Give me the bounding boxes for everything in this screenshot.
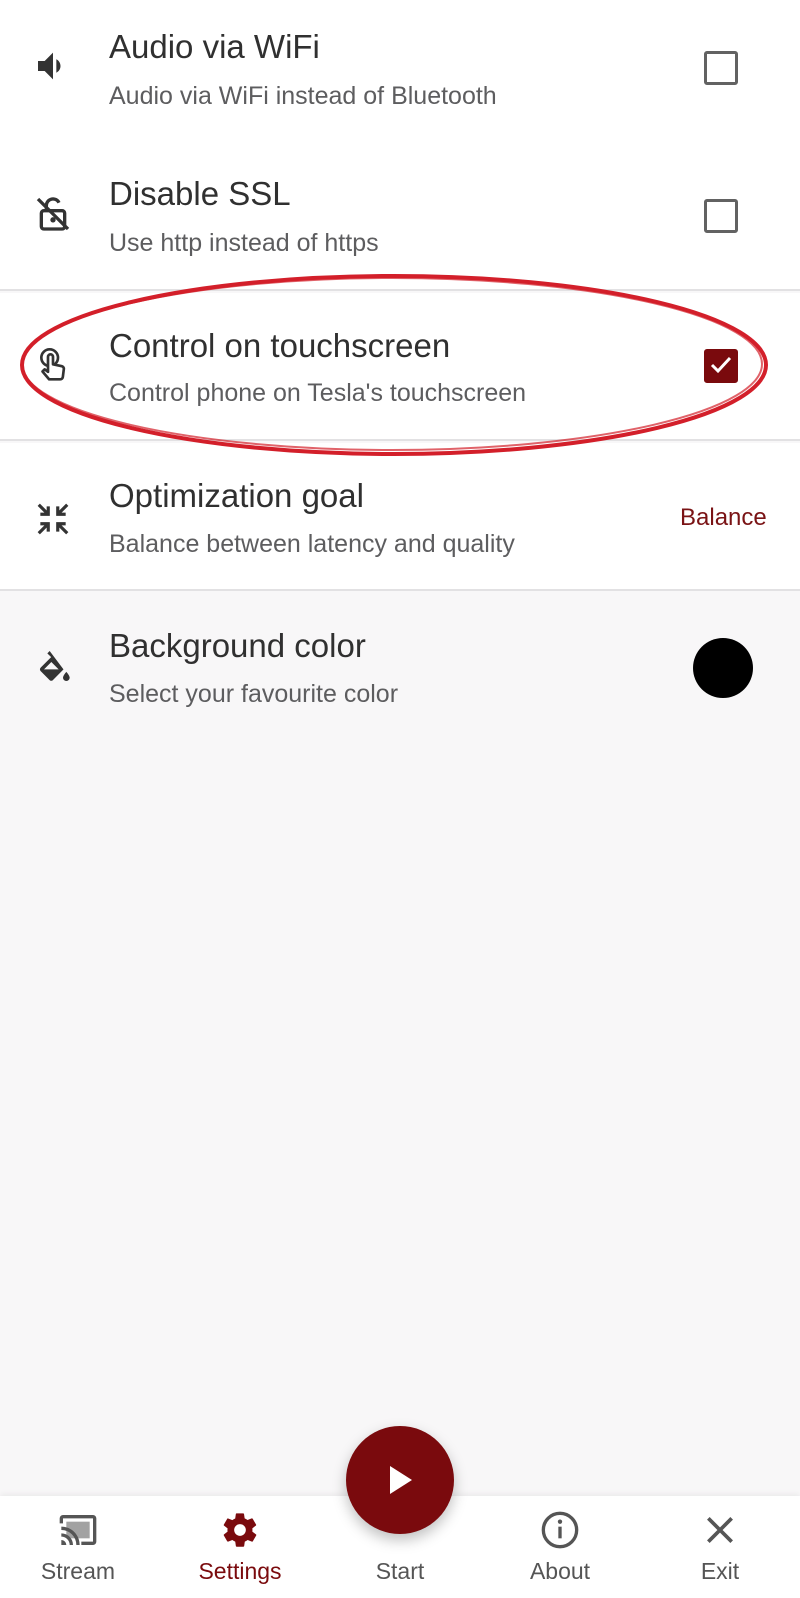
setting-title: Background color bbox=[109, 627, 366, 664]
touch-icon bbox=[30, 343, 76, 389]
setting-title: Audio via WiFi bbox=[109, 28, 320, 65]
volume-icon bbox=[30, 43, 76, 89]
optimization-goal-value: Balance bbox=[680, 504, 767, 531]
start-fab-button[interactable] bbox=[346, 1426, 454, 1534]
setting-subtitle: Control phone on Tesla's touchscreen bbox=[109, 379, 527, 407]
nav-settings[interactable]: Settings bbox=[180, 1496, 300, 1598]
background-color-swatch[interactable] bbox=[693, 638, 753, 698]
nav-stream[interactable]: Stream bbox=[18, 1496, 138, 1598]
info-icon bbox=[541, 1511, 579, 1549]
setting-title: Disable SSL bbox=[109, 175, 291, 212]
nav-label: Exit bbox=[700, 1558, 740, 1584]
setting-subtitle: Select your favourite color bbox=[109, 680, 399, 708]
compress-icon bbox=[30, 496, 76, 542]
close-icon bbox=[707, 1517, 733, 1543]
nav-label: Settings bbox=[198, 1558, 282, 1584]
setting-optimization-goal[interactable]: Optimization goal Balance between latenc… bbox=[0, 443, 800, 591]
setting-disable-ssl[interactable]: Disable SSL Use http instead of https bbox=[0, 143, 800, 291]
gear-icon bbox=[223, 1513, 257, 1547]
lock-off-icon bbox=[30, 191, 76, 237]
play-icon bbox=[390, 1466, 412, 1494]
paint-bucket-icon bbox=[30, 643, 76, 689]
nav-label: About bbox=[529, 1558, 591, 1584]
nav-exit[interactable]: Exit bbox=[660, 1496, 780, 1598]
control-touchscreen-checkbox[interactable] bbox=[704, 349, 738, 383]
cast-icon bbox=[59, 1515, 97, 1545]
setting-title: Optimization goal bbox=[109, 477, 364, 514]
setting-control-on-touchscreen[interactable]: Control on touchscreen Control phone on … bbox=[0, 293, 800, 441]
settings-screen: Audio via WiFi Audio via WiFi instead of… bbox=[0, 0, 800, 1598]
checkmark-icon bbox=[710, 356, 732, 374]
setting-subtitle: Balance between latency and quality bbox=[109, 530, 515, 558]
setting-subtitle: Audio via WiFi instead of Bluetooth bbox=[109, 82, 497, 110]
setting-background-color[interactable]: Background color Select your favourite c… bbox=[0, 593, 800, 741]
setting-audio-via-wifi[interactable]: Audio via WiFi Audio via WiFi instead of… bbox=[0, 0, 800, 148]
nav-label: Stream bbox=[40, 1558, 116, 1584]
audio-wifi-checkbox[interactable] bbox=[704, 51, 738, 85]
disable-ssl-checkbox[interactable] bbox=[704, 199, 738, 233]
nav-label: Start bbox=[375, 1558, 425, 1584]
setting-subtitle: Use http instead of https bbox=[109, 229, 379, 257]
setting-title: Control on touchscreen bbox=[109, 327, 451, 364]
nav-about[interactable]: About bbox=[500, 1496, 620, 1598]
